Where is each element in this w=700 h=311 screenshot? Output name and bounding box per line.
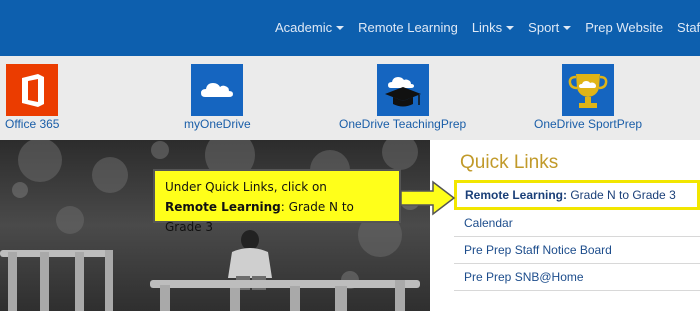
quick-links-list: Remote Learning: Grade N to Grade 3 Cale… xyxy=(454,180,700,291)
quick-link-remote-learning[interactable]: Remote Learning: Grade N to Grade 3 xyxy=(454,180,700,210)
top-navbar: Academic Remote Learning Links Sport Pre… xyxy=(0,0,700,56)
nav-sport[interactable]: Sport xyxy=(528,20,572,35)
office-365-icon xyxy=(6,64,59,116)
app-office-365[interactable]: Office 365 xyxy=(5,64,59,131)
app-office-365-label: Office 365 xyxy=(5,117,60,131)
main-nav: Academic Remote Learning Links Sport Pre… xyxy=(275,20,700,35)
app-onedrive-sportprep[interactable]: OneDrive SportPrep xyxy=(534,64,642,131)
quick-link-remote-learning-rest: Grade N to Grade 3 xyxy=(567,188,676,202)
nav-academic-label: Academic xyxy=(275,20,333,35)
nav-staff[interactable]: Staff N xyxy=(677,20,700,35)
quick-links-panel: Quick Links Remote Learning: Grade N to … xyxy=(430,140,700,311)
graduation-cap-cloud-icon xyxy=(376,64,429,116)
quick-links-title: Quick Links xyxy=(460,152,559,173)
onedrive-cloud-icon xyxy=(191,64,244,116)
chevron-down-icon xyxy=(336,25,345,30)
quick-link-calendar[interactable]: Calendar xyxy=(454,210,700,237)
quick-link-snb-home[interactable]: Pre Prep SNB@Home xyxy=(454,264,700,291)
callout-line2: Remote Learning: Grade N to Grade 3 xyxy=(165,197,389,237)
nav-remote-learning-label: Remote Learning xyxy=(358,20,458,35)
nav-staff-label: Staff N xyxy=(677,20,700,35)
nav-academic[interactable]: Academic xyxy=(275,20,345,35)
nav-remote-learning[interactable]: Remote Learning xyxy=(358,20,458,35)
quick-link-remote-learning-bold: Remote Learning: xyxy=(465,188,568,202)
app-onedrive-teachingprep-label: OneDrive TeachingPrep xyxy=(339,117,467,131)
instruction-callout: Under Quick Links, click on Remote Learn… xyxy=(153,169,401,234)
nav-prep-website-label: Prep Website xyxy=(585,20,664,35)
app-onedrive-sportprep-label: OneDrive SportPrep xyxy=(534,117,643,131)
callout-line2-bold: Remote Learning xyxy=(165,200,281,214)
app-onedrive-teachingprep[interactable]: OneDrive TeachingPrep xyxy=(339,64,466,131)
app-shortcuts: Office 365 myOneDrive OneDrive TeachingP… xyxy=(0,56,700,140)
trophy-cloud-icon xyxy=(562,64,615,116)
nav-links-label: Links xyxy=(471,20,503,35)
callout-arrow xyxy=(400,180,456,216)
chevron-down-icon xyxy=(506,25,515,30)
chevron-down-icon xyxy=(563,25,572,30)
nav-sport-label: Sport xyxy=(528,20,560,35)
callout-line1: Under Quick Links, click on xyxy=(165,180,327,194)
app-myonedrive-label: myOneDrive xyxy=(184,117,251,131)
quick-link-staff-notice-board[interactable]: Pre Prep Staff Notice Board xyxy=(454,237,700,264)
nav-prep-website[interactable]: Prep Website xyxy=(585,20,663,35)
nav-links[interactable]: Links xyxy=(471,20,515,35)
app-myonedrive[interactable]: myOneDrive xyxy=(184,64,251,131)
